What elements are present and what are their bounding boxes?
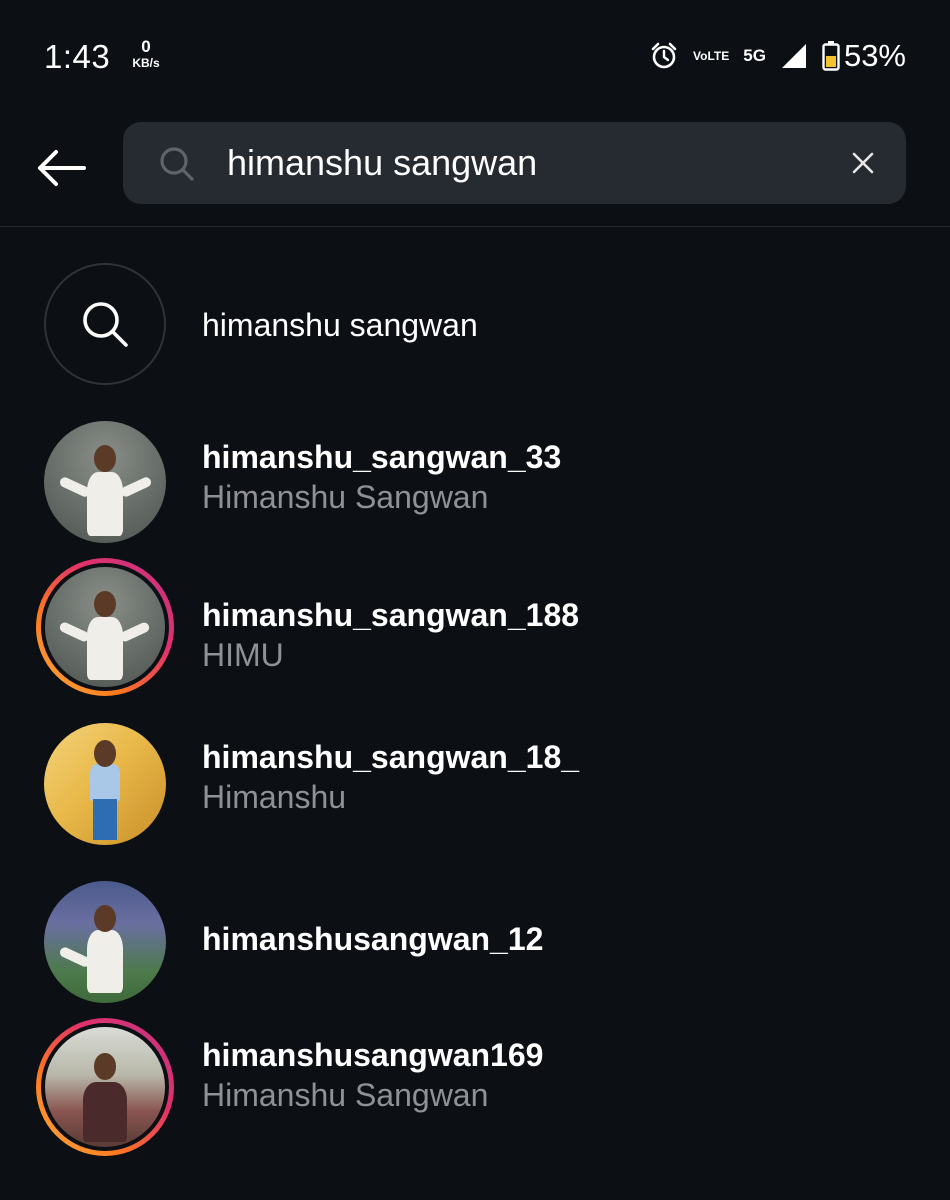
profile-photo xyxy=(44,421,166,543)
username: himanshusangwan_12 xyxy=(202,921,544,957)
username: himanshu_sangwan_33 xyxy=(202,439,562,475)
full-name: HIMU xyxy=(202,637,284,673)
volte-bottom-label: LTE xyxy=(707,49,730,63)
account-row[interactable]: himanshusangwan_12 xyxy=(0,863,950,1021)
search-icon xyxy=(83,302,128,347)
username: himanshu_sangwan_188 xyxy=(202,597,580,633)
account-row[interactable]: himanshu_sangwan_188 HIMU xyxy=(0,547,950,705)
account-text: himanshu_sangwan_188 HIMU xyxy=(202,547,902,705)
avatar xyxy=(44,421,166,543)
back-button[interactable] xyxy=(30,142,90,194)
signal-icon xyxy=(780,42,808,70)
network-speed: 0 KB/s xyxy=(126,38,166,69)
avatar xyxy=(44,723,166,845)
story-ring xyxy=(36,1018,174,1156)
full-name: Himanshu Sangwan xyxy=(202,1077,489,1113)
avatar xyxy=(45,1027,165,1147)
full-name: Himanshu Sangwan xyxy=(202,479,489,515)
back-arrow-icon xyxy=(38,150,86,186)
account-text: himanshusangwan169 Himanshu Sangwan xyxy=(202,1021,902,1179)
close-icon xyxy=(852,152,874,174)
network-speed-unit: KB/s xyxy=(132,56,160,70)
volte-top-label: Vo xyxy=(693,49,708,63)
profile-photo xyxy=(45,1027,165,1147)
story-ring xyxy=(36,558,174,696)
status-time: 1:43 xyxy=(44,38,111,75)
keyword-label: himanshu sangwan xyxy=(202,307,478,343)
screen: 1:43 0 KB/s Vo LTE 5G 53% himanshu sangw… xyxy=(0,0,950,1200)
account-text: himanshu_sangwan_18_ Himanshu xyxy=(202,705,902,863)
keyword-suggestion-row[interactable]: himanshu sangwan xyxy=(0,227,950,389)
username: himanshusangwan169 xyxy=(202,1037,544,1073)
5g-icon: 5G xyxy=(743,46,766,66)
keyword-search-avatar xyxy=(44,263,166,385)
account-row[interactable]: himanshusangwan169 Himanshu Sangwan xyxy=(0,1018,950,1191)
avatar xyxy=(45,567,165,687)
profile-photo xyxy=(45,567,165,687)
battery-percent: 53% xyxy=(843,38,906,73)
status-bar: 1:43 0 KB/s Vo LTE 5G 53% xyxy=(0,0,950,112)
search-header xyxy=(0,112,950,227)
account-row[interactable]: himanshu_sangwan_33 Himanshu Sangwan xyxy=(0,389,950,547)
clear-search-button[interactable] xyxy=(846,146,880,180)
keyword-text: himanshu sangwan xyxy=(202,227,902,385)
search-icon xyxy=(157,144,197,184)
profile-photo xyxy=(44,881,166,1003)
alarm-icon xyxy=(649,41,679,71)
status-icons: Vo LTE 5G 53% xyxy=(635,36,906,76)
profile-photo xyxy=(44,723,166,845)
search-results: himanshu sangwan himanshu_sangwan_33 Him… xyxy=(0,227,950,1191)
search-bar[interactable] xyxy=(123,122,906,204)
account-text: himanshu_sangwan_33 Himanshu Sangwan xyxy=(202,389,902,547)
avatar xyxy=(44,881,166,1003)
account-row[interactable]: himanshu_sangwan_18_ Himanshu xyxy=(0,705,950,863)
volte-icon: Vo LTE xyxy=(693,50,729,62)
network-speed-value: 0 xyxy=(141,37,151,56)
battery-icon xyxy=(822,41,840,71)
username: himanshu_sangwan_18_ xyxy=(202,739,580,775)
account-text: himanshusangwan_12 xyxy=(202,863,902,1021)
full-name: Himanshu xyxy=(202,779,347,815)
network-type-label: 5G xyxy=(743,46,766,65)
search-input[interactable] xyxy=(227,134,827,192)
